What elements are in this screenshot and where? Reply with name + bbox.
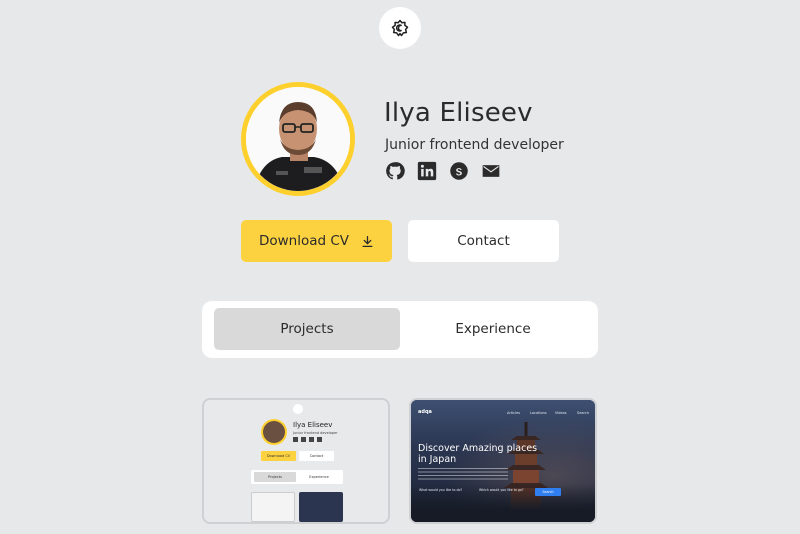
- avatar-ring: [241, 82, 355, 196]
- avatar: [246, 87, 350, 191]
- tab-projects[interactable]: Projects: [214, 308, 400, 350]
- travel-search-button: Search: [535, 488, 561, 496]
- mini-avatar: [261, 419, 287, 445]
- project-card-portfolio[interactable]: Ilya Eliseev Junior frontend developer D…: [202, 398, 390, 524]
- profile-photo: [246, 87, 350, 191]
- mini-theme-toggle: [293, 404, 303, 414]
- github-icon: [386, 162, 405, 180]
- sun-gear-icon: [391, 19, 409, 37]
- download-cv-button[interactable]: Download CV: [241, 220, 392, 262]
- travel-question-2: Which would you like to go?: [479, 488, 524, 492]
- travel-body-text: [418, 468, 508, 482]
- social-links: [384, 160, 502, 182]
- mini-social-icons: [293, 437, 323, 442]
- travel-nav-articles: Articles: [507, 411, 521, 415]
- portfolio-page: Ilya Eliseev Junior frontend developer D…: [0, 0, 800, 534]
- mini-tab-projects: Projects: [254, 472, 296, 482]
- download-cv-label: Download CV: [258, 233, 350, 249]
- tab-experience[interactable]: Experience: [400, 308, 586, 350]
- mini-project-card: [299, 492, 343, 522]
- portfolio-preview-image: Ilya Eliseev Junior frontend developer D…: [204, 400, 388, 522]
- download-icon: [362, 235, 373, 247]
- travel-logo: adqa: [418, 409, 432, 415]
- travel-headline: Discover Amazing places in Japan: [418, 443, 538, 465]
- contact-label: Contact: [457, 233, 510, 249]
- mini-name: Ilya Eliseev: [293, 421, 333, 429]
- mini-download-button: Download CV: [261, 451, 296, 461]
- travel-nav-locations: Locations: [530, 411, 547, 415]
- mini-title: Junior frontend developer: [293, 431, 338, 435]
- contact-button[interactable]: Contact: [408, 220, 559, 262]
- mini-project-card: [251, 492, 295, 522]
- mini-tabs: Projects Experience: [251, 470, 343, 484]
- linkedin-icon: [417, 161, 437, 181]
- mail-link[interactable]: [480, 160, 502, 182]
- skype-link[interactable]: [448, 160, 470, 182]
- theme-toggle-button[interactable]: [379, 7, 421, 49]
- github-link[interactable]: [384, 160, 406, 182]
- travel-nav-videos: Videos: [555, 411, 567, 415]
- travel-question-1: What would you like to do?: [419, 488, 463, 492]
- mini-contact-button: Contact: [299, 451, 334, 461]
- skype-icon: [450, 162, 468, 180]
- section-tabs: Projects Experience: [202, 301, 598, 358]
- profile-title: Junior frontend developer: [385, 137, 564, 153]
- travel-nav-search: Search: [577, 411, 590, 415]
- project-card-travel[interactable]: adqa Articles Locations Videos Search Di…: [409, 398, 597, 524]
- linkedin-link[interactable]: [416, 160, 438, 182]
- profile-name: Ilya Eliseev: [384, 98, 533, 128]
- mini-tab-experience: Experience: [309, 475, 329, 479]
- mail-icon: [482, 165, 500, 177]
